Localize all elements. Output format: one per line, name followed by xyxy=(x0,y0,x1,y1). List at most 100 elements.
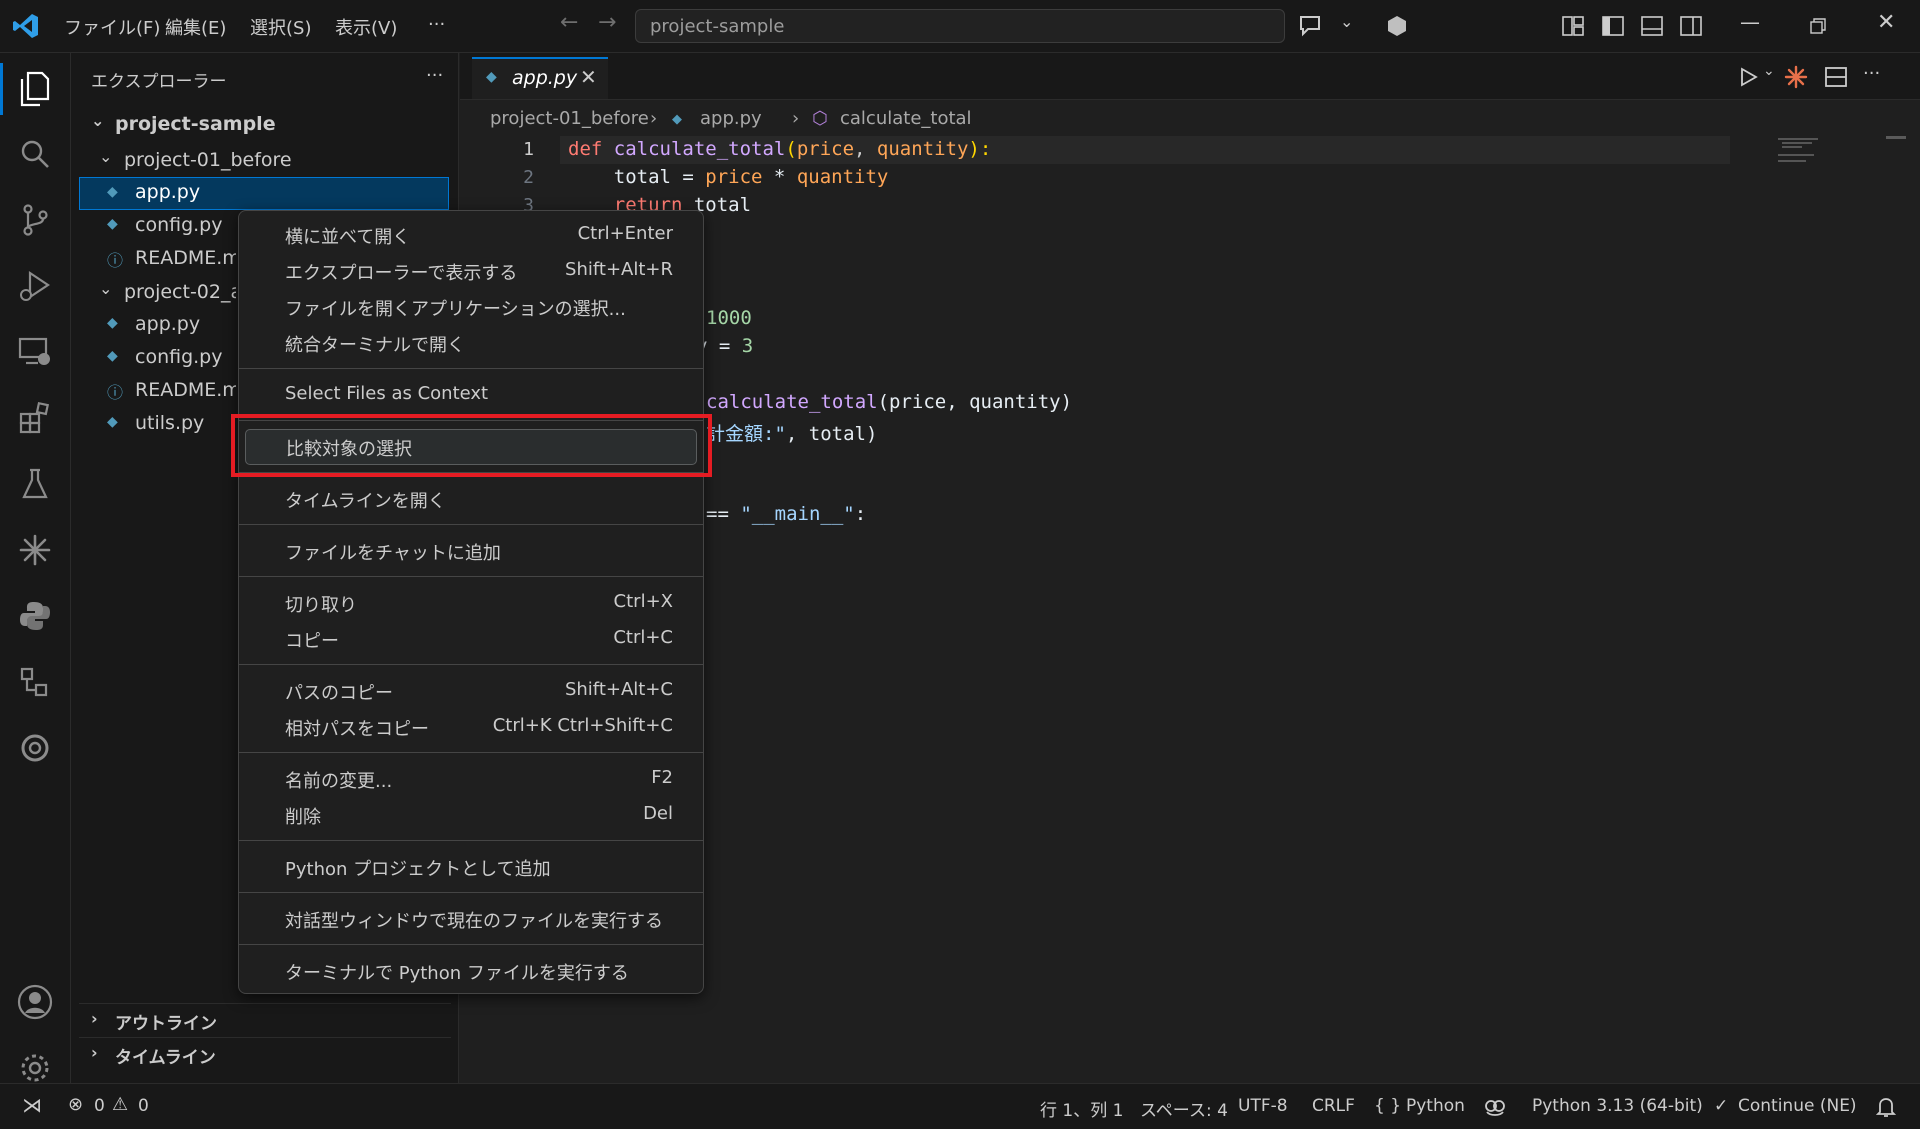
tree-file-readme[interactable]: ⓘ README.md xyxy=(71,375,236,407)
warning-count[interactable]: 0 xyxy=(138,1096,149,1116)
scrollbar-thumb[interactable] xyxy=(1886,136,1906,139)
python-interpreter[interactable]: Python 3.13 (64-bit) xyxy=(1532,1096,1703,1116)
chevron-down-icon[interactable]: ⌄ xyxy=(1340,12,1353,31)
explorer-icon[interactable] xyxy=(14,68,56,110)
menu-item-copy-relative-path[interactable]: 相対パスをコピー Ctrl+K Ctrl+Shift+C xyxy=(245,709,697,743)
chat-icon[interactable] xyxy=(1298,14,1324,38)
code-line[interactable]: total = price * quantity xyxy=(568,166,889,194)
breadcrumb-symbol[interactable]: calculate_total xyxy=(840,108,972,129)
tree-folder-project-02[interactable]: ⌄ project-02_after xyxy=(71,277,236,309)
tree-file-app-py[interactable]: ◆ app.py xyxy=(71,309,236,341)
split-editor-icon[interactable] xyxy=(1825,67,1847,87)
run-python-icon[interactable] xyxy=(1738,67,1758,87)
tree-file-utils-py[interactable]: ◆ utils.py xyxy=(71,408,236,440)
menu-item-delete[interactable]: 削除 Del xyxy=(245,797,697,831)
menu-more[interactable]: ··· xyxy=(428,14,445,35)
menu-item-add-as-python-project[interactable]: Python プロジェクトとして追加 xyxy=(245,849,697,883)
menu-item-open-to-side[interactable]: 横に並べて開く Ctrl+Enter xyxy=(245,217,697,251)
menu-edit[interactable]: 編集(E) xyxy=(165,14,226,40)
hierarchy-icon[interactable] xyxy=(14,661,56,703)
python-file-icon: ◆ xyxy=(107,216,118,232)
code-token: "__main__" xyxy=(740,503,855,525)
notifications-bell-icon[interactable] xyxy=(1876,1096,1896,1118)
timeline-section-header[interactable]: › タイムライン xyxy=(71,1039,458,1071)
code-line[interactable]: 1000 xyxy=(706,307,752,335)
menu-item-run-python-in-terminal[interactable]: ターミナルで Python ファイルを実行する xyxy=(245,953,697,987)
menu-item-open-in-terminal[interactable]: 統合ターミナルで開く xyxy=(245,325,697,359)
copilot-status-icon[interactable] xyxy=(1484,1097,1506,1117)
tree-root-folder[interactable]: ⌄ project-sample xyxy=(71,109,458,141)
minimize-icon[interactable]: — xyxy=(1740,10,1760,34)
tree-file-config-py[interactable]: ◆ config.py xyxy=(71,342,236,374)
menu-item-select-files-as-context[interactable]: Select Files as Context xyxy=(245,377,697,411)
remote-indicator-icon[interactable]: ⋊ xyxy=(22,1093,42,1117)
tree-file-app-py-selected[interactable]: ◆ app.py xyxy=(79,177,449,210)
chevron-down-icon: ⌄ xyxy=(99,147,113,166)
menu-item-open-timeline[interactable]: タイムラインを開く xyxy=(245,481,697,515)
menu-view[interactable]: 表示(V) xyxy=(335,14,397,40)
code-line[interactable]: 計金額:", total) xyxy=(706,419,877,447)
end-of-line[interactable]: CRLF xyxy=(1312,1096,1355,1116)
warning-icon[interactable]: ⚠ xyxy=(112,1094,128,1115)
layout-customize-icon[interactable] xyxy=(1562,16,1584,36)
tree-file-readme[interactable]: ⓘ README.md xyxy=(71,243,236,275)
python-icon[interactable] xyxy=(14,595,56,637)
encoding[interactable]: UTF-8 xyxy=(1238,1096,1288,1116)
tree-file-config-py[interactable]: ◆ config.py xyxy=(71,210,236,242)
openai-icon[interactable] xyxy=(14,727,56,769)
menu-item-run-in-interactive-window[interactable]: 対話型ウィンドウで現在のファイルを実行する xyxy=(245,901,697,935)
close-tab-icon[interactable]: ✕ xyxy=(580,65,597,89)
search-icon[interactable] xyxy=(14,133,56,175)
editor-more-icon[interactable]: ··· xyxy=(1863,63,1880,84)
close-window-icon[interactable]: ✕ xyxy=(1877,10,1895,35)
vscode-logo-icon[interactable] xyxy=(12,12,40,40)
remote-explorer-icon[interactable] xyxy=(14,331,56,373)
claude-sparkle-icon[interactable] xyxy=(14,529,56,571)
error-icon[interactable]: ⊗ xyxy=(68,1094,83,1115)
tab-app-py[interactable]: ◆ app.py ✕ xyxy=(472,57,608,99)
forward-arrow-icon[interactable]: → xyxy=(598,10,616,35)
code-token: price xyxy=(796,138,855,160)
command-center-search[interactable]: project-sample xyxy=(635,9,1285,43)
toggle-sidebar-icon[interactable] xyxy=(1602,16,1624,36)
menu-item-reveal-in-explorer[interactable]: エクスプローラーで表示する Shift+Alt+R xyxy=(245,253,697,287)
claude-code-icon[interactable] xyxy=(1784,65,1808,89)
source-control-icon[interactable] xyxy=(14,199,56,241)
code-line[interactable]: def calculate_total(price, quantity): xyxy=(568,138,991,166)
code-line[interactable]: == "__main__": xyxy=(706,503,866,531)
language-mode[interactable]: Python xyxy=(1406,1096,1465,1116)
run-debug-icon[interactable] xyxy=(14,265,56,307)
explorer-more-button[interactable]: ··· xyxy=(426,65,443,86)
menu-item-cut[interactable]: 切り取り Ctrl+X xyxy=(245,585,697,619)
error-count[interactable]: 0 xyxy=(94,1096,105,1116)
menu-item-open-with[interactable]: ファイルを開くアプリケーションの選択... xyxy=(245,289,697,323)
extensions-icon[interactable] xyxy=(14,397,56,439)
continue-status[interactable]: Continue (NE) xyxy=(1738,1096,1857,1116)
indentation[interactable]: スペース: 4 xyxy=(1140,1096,1228,1121)
menu-item-copy-path[interactable]: パスのコピー Shift+Alt+C xyxy=(245,673,697,707)
cursor-position[interactable]: 行 1、列 1 xyxy=(1040,1096,1123,1121)
menu-selection[interactable]: 選択(S) xyxy=(250,14,311,40)
menu-separator xyxy=(239,664,703,665)
chevron-down-icon[interactable]: ⌄ xyxy=(1763,63,1775,79)
menu-item-copy[interactable]: コピー Ctrl+C xyxy=(245,621,697,655)
copilot-icon[interactable] xyxy=(1385,14,1409,38)
menu-item-add-file-to-chat[interactable]: ファイルをチャットに追加 xyxy=(245,533,697,567)
outline-section-header[interactable]: › アウトライン xyxy=(71,1005,458,1037)
menu-item-shortcut: Ctrl+C xyxy=(613,627,673,648)
code-token: total = xyxy=(568,166,706,188)
menu-file[interactable]: ファイル(F) xyxy=(64,14,160,40)
toggle-secondary-sidebar-icon[interactable] xyxy=(1680,16,1702,36)
minimap[interactable] xyxy=(1778,136,1828,176)
account-icon[interactable] xyxy=(14,981,56,1023)
testing-icon[interactable] xyxy=(14,463,56,505)
code-line[interactable]: calculate_total(price, quantity) xyxy=(706,391,1072,419)
restore-icon[interactable] xyxy=(1810,18,1826,34)
breadcrumb-folder[interactable]: project-01_before xyxy=(490,108,649,129)
breadcrumb-file[interactable]: app.py xyxy=(700,108,762,129)
back-arrow-icon[interactable]: ← xyxy=(560,10,578,35)
toggle-panel-icon[interactable] xyxy=(1641,16,1663,36)
tree-folder-project-01[interactable]: ⌄ project-01_before xyxy=(71,145,458,177)
code-line[interactable]: y = 3 xyxy=(696,335,753,363)
menu-item-rename[interactable]: 名前の変更... F2 xyxy=(245,761,697,795)
